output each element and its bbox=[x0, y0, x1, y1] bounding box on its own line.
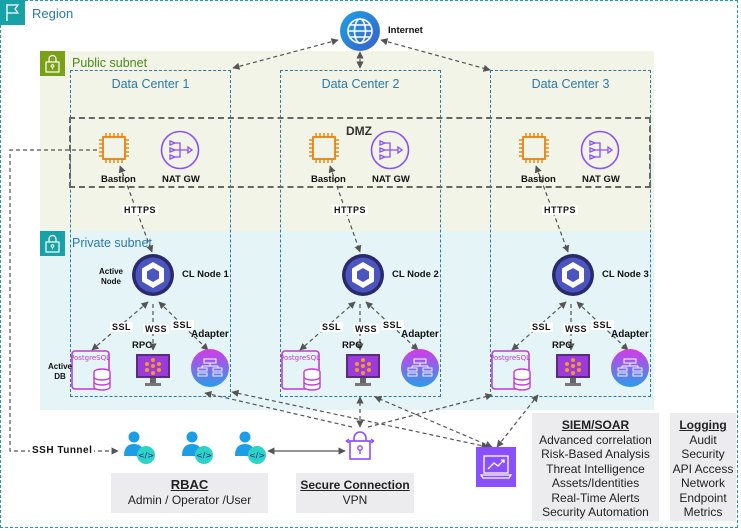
postgresql-text: PostgreSQL bbox=[491, 354, 530, 362]
logging-title: Logging bbox=[679, 418, 727, 432]
logging-item: API Access bbox=[672, 461, 734, 476]
ssl-db-edge-label: SSL bbox=[110, 322, 134, 332]
adapter-label: Adapter bbox=[611, 329, 649, 340]
wss-edge-label: WSS bbox=[143, 324, 170, 334]
logging-item: Network bbox=[680, 476, 725, 490]
bastion-icon bbox=[307, 131, 341, 170]
rpc-label: RPC bbox=[342, 340, 363, 351]
logging-item: Metrics bbox=[683, 505, 723, 519]
chainlink-node-icon bbox=[341, 253, 385, 302]
ssl-db-edge-label: SSL bbox=[530, 322, 554, 332]
ssl-db-edge-label: SSL bbox=[320, 322, 344, 332]
adapter-icon bbox=[190, 348, 230, 393]
ssh-tunnel-label: SSH Tunnel bbox=[30, 445, 95, 456]
chainlink-node-icon bbox=[131, 253, 175, 302]
adapter-label: Adapter bbox=[401, 329, 439, 340]
adapter-label: Adapter bbox=[191, 329, 229, 340]
edge-ssh-tunnel bbox=[9, 149, 119, 455]
user-admin-icon: </> bbox=[122, 430, 158, 471]
active-node-note: Active Node bbox=[98, 267, 123, 286]
active-db-note: Active DB bbox=[47, 362, 72, 381]
bastion-label: Bastion bbox=[521, 174, 556, 185]
svg-text:</>: </> bbox=[196, 451, 212, 460]
nat-gateway-icon bbox=[580, 130, 620, 175]
nat-gateway-icon bbox=[370, 130, 410, 175]
node-label: CL Node 3 bbox=[602, 269, 649, 280]
siem-item: Security Automation bbox=[542, 505, 649, 519]
user-user-icon: </> bbox=[233, 430, 269, 471]
logging-item: Endpoint bbox=[679, 490, 727, 505]
postgresql-icon: PostgreSQL bbox=[70, 350, 111, 391]
rpc-label: RPC bbox=[552, 340, 573, 351]
siem-monitoring-icon bbox=[476, 447, 516, 487]
https-edge-label: HTTPS bbox=[332, 205, 369, 215]
svg-text:</>: </> bbox=[249, 451, 265, 460]
edge-internet-dc1 bbox=[232, 38, 339, 70]
rpc-monitor-icon bbox=[345, 353, 381, 394]
edge-internet-dc3 bbox=[380, 38, 491, 72]
nat-gateway-icon bbox=[160, 130, 200, 175]
logging-item: Audit bbox=[689, 432, 717, 447]
postgresql-text: PostgreSQL bbox=[71, 354, 110, 362]
siem-soar-box: SIEM/SOAR Advanced correlation Risk-Based… bbox=[532, 413, 659, 521]
rpc-label: RPC bbox=[132, 340, 153, 351]
rbac-box: RBAC Admin / Operator /User bbox=[111, 473, 268, 513]
nat-gateway-label: NAT GW bbox=[372, 174, 410, 185]
user-operator-icon: </> bbox=[180, 430, 216, 471]
siem-item: Assets/Identities bbox=[551, 476, 640, 490]
siem-item: Real-Time Alerts bbox=[551, 490, 640, 505]
secure-connection-title: Secure Connection bbox=[300, 478, 410, 492]
node-label: CL Node 2 bbox=[392, 269, 439, 280]
wss-edge-label: WSS bbox=[563, 324, 590, 334]
nat-gateway-label: NAT GW bbox=[162, 174, 200, 185]
internet-globe-icon bbox=[339, 10, 381, 57]
logging-item: Security bbox=[681, 447, 725, 461]
secure-connection-box: Secure Connection VPN bbox=[296, 473, 414, 513]
siem-item: Advanced correlation bbox=[539, 432, 652, 447]
secure-connection-subtitle: VPN bbox=[342, 492, 368, 507]
bastion-icon bbox=[97, 131, 131, 170]
https-edge-label: HTTPS bbox=[122, 205, 159, 215]
rbac-subtitle: Admin / Operator /User bbox=[127, 492, 252, 507]
adapter-icon bbox=[610, 348, 650, 393]
postgresql-icon: PostgreSQL bbox=[490, 350, 531, 391]
https-edge-label: HTTPS bbox=[542, 205, 579, 215]
postgresql-text: PostgreSQL bbox=[281, 354, 320, 362]
bastion-label: Bastion bbox=[311, 174, 346, 185]
siem-title: SIEM/SOAR bbox=[561, 418, 630, 432]
svg-text:</>: </> bbox=[138, 451, 154, 460]
rpc-monitor-icon bbox=[555, 353, 591, 394]
vpn-lock-icon bbox=[345, 428, 375, 469]
chainlink-node-icon bbox=[551, 253, 595, 302]
rpc-monitor-icon bbox=[135, 353, 171, 394]
siem-item: Threat Intelligence bbox=[546, 461, 645, 476]
postgresql-icon: PostgreSQL bbox=[280, 350, 321, 391]
node-label: CL Node 1 bbox=[182, 269, 229, 280]
bastion-icon bbox=[517, 131, 551, 170]
adapter-icon bbox=[400, 348, 440, 393]
internet-label: Internet bbox=[388, 25, 423, 36]
nat-gateway-label: NAT GW bbox=[582, 174, 620, 185]
rbac-title: RBAC bbox=[170, 477, 209, 492]
siem-item: Risk-Based Analysis bbox=[541, 447, 650, 461]
wss-edge-label: WSS bbox=[353, 324, 380, 334]
logging-box: Logging Audit Security API Access Network En… bbox=[670, 413, 736, 521]
bastion-label: Bastion bbox=[101, 174, 136, 185]
